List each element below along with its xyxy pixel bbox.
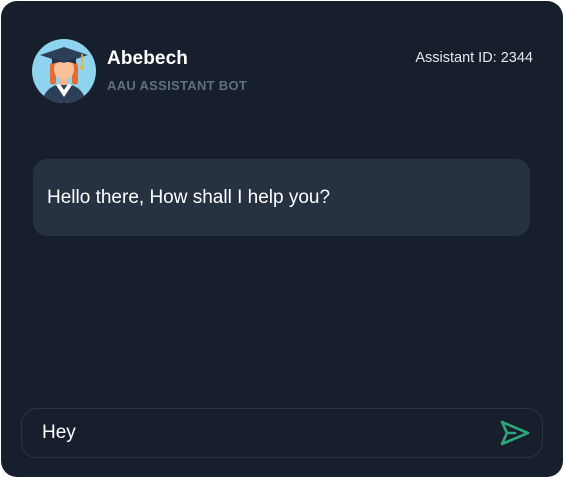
message-composer: [21, 408, 543, 458]
chat-window: Abebech AAU ASSISTANT BOT Assistant ID: …: [1, 1, 563, 477]
bot-message-bubble: Hello there, How shall I help you?: [33, 159, 530, 236]
send-button[interactable]: [498, 417, 532, 449]
send-icon: [500, 420, 530, 446]
message-input[interactable]: [42, 409, 482, 457]
bot-message-text: Hello there, How shall I help you?: [47, 186, 331, 208]
graduate-avatar-icon: [32, 39, 96, 103]
bot-role: AAU ASSISTANT BOT: [107, 78, 248, 93]
bot-name: Abebech: [107, 48, 188, 69]
assistant-id: Assistant ID: 2344: [415, 50, 533, 66]
